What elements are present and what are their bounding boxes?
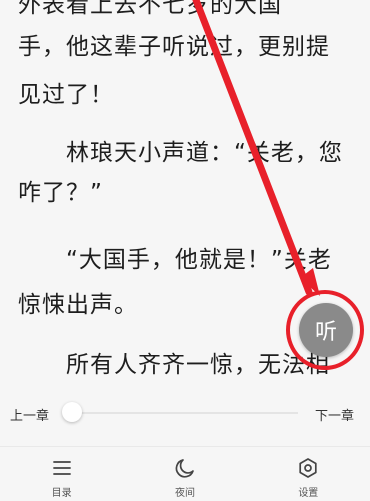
text-line: 手，他这辈子听说过，更别提 <box>18 34 330 60</box>
text-line: 外表看上去不七岁的大国 <box>18 0 282 18</box>
reading-area[interactable]: 外表看上去不七岁的大国 手，他这辈子听说过，更别提 见过了！ 林琅天小声道：“关… <box>0 0 370 390</box>
text-line: 林琅天小声道：“关老，您 <box>66 140 343 166</box>
slider-handle[interactable] <box>62 402 82 422</box>
next-chapter-button[interactable]: 下一章 <box>315 405 354 424</box>
nav-label-settings: 设置 <box>298 488 319 499</box>
menu-icon <box>52 461 71 475</box>
nav-item-night-mode[interactable]: 夜间 <box>123 447 246 501</box>
bottom-nav: 目录 夜间 设置 <box>0 446 370 501</box>
text-line: 所有人齐齐一惊，无法相 <box>66 352 330 378</box>
listen-button[interactable]: 听 <box>299 303 353 357</box>
text-line: “大国手，他就是！”关老 <box>66 247 332 273</box>
nav-item-settings[interactable]: 设置 <box>247 447 370 501</box>
moon-icon <box>175 459 194 478</box>
chapter-bar: 上一章 下一章 <box>0 390 370 440</box>
prev-chapter-button[interactable]: 上一章 <box>10 405 49 424</box>
gear-icon <box>299 458 317 478</box>
nav-item-catalog[interactable]: 目录 <box>0 447 123 501</box>
nav-label-night-mode: 夜间 <box>174 488 195 499</box>
text-line: 见过了！ <box>18 82 114 108</box>
text-line: 咋了？” <box>18 180 103 206</box>
chapter-progress-slider[interactable] <box>72 412 298 414</box>
nav-label-catalog: 目录 <box>51 488 72 499</box>
